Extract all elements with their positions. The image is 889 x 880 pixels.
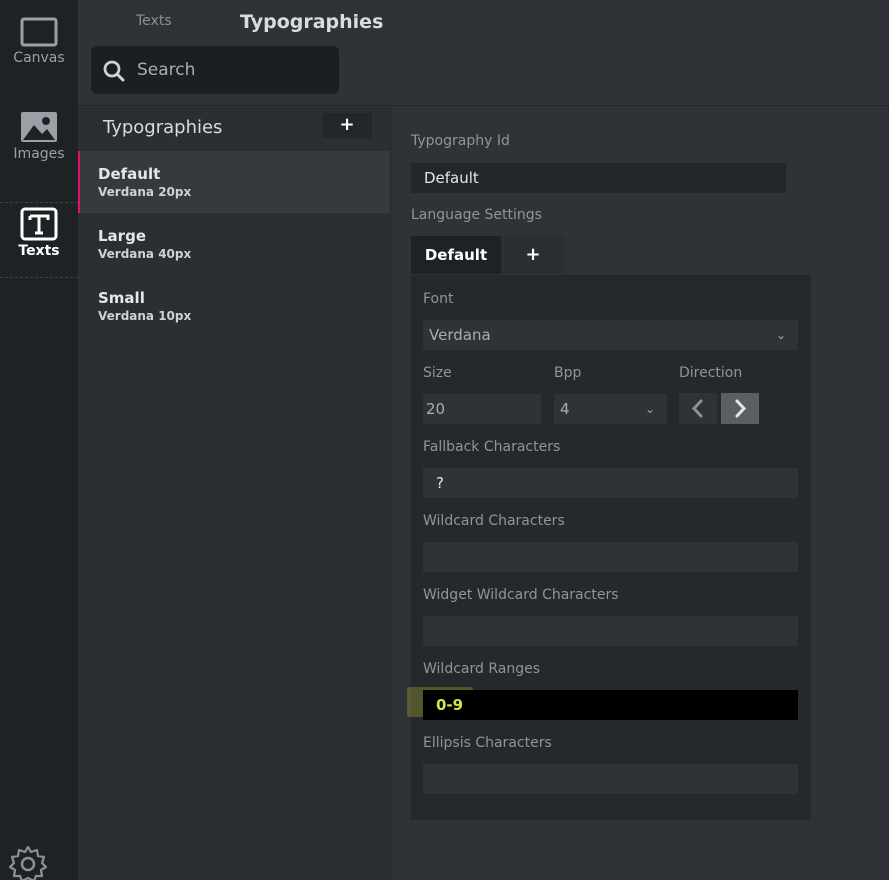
rail-item-images[interactable]: Images [0,110,78,190]
rail-item-canvas[interactable]: Canvas [0,16,78,96]
font-label: Font [423,291,454,307]
direction-ltr-button[interactable] [721,393,759,424]
list-item-large[interactable]: Large Verdana 40px [78,213,390,275]
list-item-name: Large [98,227,146,245]
page-title: Typographies [240,11,384,33]
font-select[interactable]: Verdana ⌄ [423,320,798,350]
bpp-select[interactable]: 4 ⌄ [554,394,667,424]
list-item-default[interactable]: Default Verdana 20px [78,151,390,213]
fallback-characters-field[interactable]: ? [423,468,798,498]
canvas-icon [20,17,58,47]
widget-wildcard-characters-field[interactable] [423,616,798,646]
chevron-down-icon: ⌄ [775,328,786,342]
rail-item-label: Texts [18,243,60,259]
rail-item-texts[interactable]: Texts [0,202,78,278]
list-item-sub: Verdana 20px [98,185,192,199]
add-language-tab[interactable]: + [501,236,565,274]
list-item-name: Default [98,165,161,183]
chevron-left-icon [691,399,703,418]
ellipsis-characters-label: Ellipsis Characters [423,735,552,751]
list-item-name: Small [98,289,145,307]
rail-item-label: Canvas [13,50,65,66]
page-header: Texts Typographies [78,0,889,106]
list-item-sub: Verdana 10px [98,309,192,323]
bpp-label: Bpp [554,365,582,381]
size-input[interactable]: 20 [423,394,541,424]
typography-list-panel: Typographies + Default Verdana 20px Larg… [78,107,391,880]
wildcard-characters-label: Wildcard Characters [423,513,565,529]
search-input[interactable] [137,56,327,84]
fallback-characters-label: Fallback Characters [423,439,561,455]
size-label: Size [423,365,452,381]
font-value: Verdana [429,326,491,344]
wildcard-characters-field[interactable] [423,542,798,572]
chevron-down-icon: ⌄ [644,402,655,416]
left-rail: Canvas Images Texts [0,0,78,880]
direction-label: Direction [679,365,743,381]
search-icon [103,60,125,82]
chevron-right-icon [735,399,747,418]
wildcard-ranges-label: Wildcard Ranges [423,661,540,677]
search-box[interactable] [91,46,339,94]
breadcrumb-texts[interactable]: Texts [136,13,172,29]
wildcard-ranges-field[interactable]: 0-9 [423,690,798,720]
tab-default[interactable]: Default [411,236,501,274]
add-typography-button[interactable]: + [322,113,372,138]
text-icon [20,207,58,241]
image-icon [21,112,57,142]
language-settings-label: Language Settings [411,207,542,223]
typography-id-field[interactable]: Default [411,163,786,193]
list-item-sub: Verdana 40px [98,247,192,261]
rail-item-label: Images [13,146,65,162]
gear-icon[interactable] [9,845,47,880]
widget-wildcard-characters-label: Widget Wildcard Characters [423,587,619,603]
direction-rtl-button[interactable] [679,393,717,424]
typography-id-label: Typography Id [411,133,510,149]
list-heading: Typographies [103,117,223,138]
list-item-small[interactable]: Small Verdana 10px [78,275,390,337]
typography-detail: Typography Id Default Language Settings … [391,107,889,880]
bpp-value: 4 [560,400,570,418]
ellipsis-characters-field[interactable] [423,764,798,794]
